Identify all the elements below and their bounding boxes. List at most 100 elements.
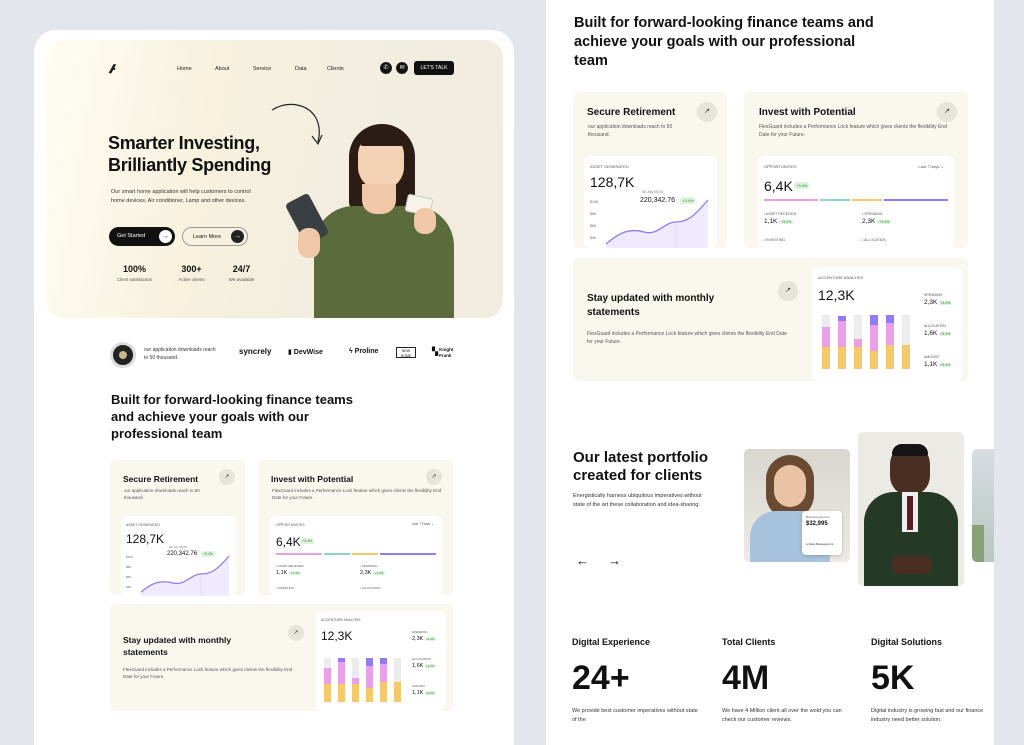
portfolio-heading-line-1: Our latest portfolio bbox=[573, 449, 708, 466]
growth-badge: +3.4% bbox=[779, 220, 794, 224]
account-widget: Business account $32,995 ● Data Manageme… bbox=[802, 511, 842, 555]
metric-label-text: ALLOCATION bbox=[864, 238, 886, 242]
stat-value: 24/7 bbox=[232, 264, 251, 274]
card-title: Invest with Potential bbox=[759, 107, 856, 118]
period-select[interactable]: Last 7 Days ⌄ bbox=[412, 522, 434, 526]
hero-title: Smarter Investing, Brilliantly Spending bbox=[108, 132, 271, 176]
nav-about[interactable]: About bbox=[215, 66, 229, 72]
phone-icon[interactable]: ✆ bbox=[380, 62, 392, 74]
stat-block: Total Clients 4M We have 4 Million clien… bbox=[722, 637, 852, 724]
card-description: FlexGuard includes a Performance Lock fe… bbox=[587, 331, 787, 345]
stat-title: Digital Solutions bbox=[871, 637, 942, 647]
hero-stat: 300+ Active clients bbox=[169, 264, 214, 282]
growth-badge: +3.4% bbox=[424, 637, 436, 641]
metric-label: AMOUNT bbox=[412, 684, 425, 688]
stat-value: 24+ bbox=[572, 659, 630, 697]
section-heading: Built for forward-looking finance teams … bbox=[574, 15, 874, 69]
open-card-button[interactable]: ↗ bbox=[219, 469, 235, 485]
period-select[interactable]: Last 7 Days ⌄ bbox=[918, 164, 944, 169]
card-title: Stay updated with monthly statements bbox=[123, 635, 232, 657]
open-card-button[interactable]: ↗ bbox=[778, 281, 798, 301]
metric-label: • INVESTING bbox=[276, 586, 295, 590]
partner-logo-syncrely: syncrely bbox=[239, 347, 272, 356]
partner-logo-devwise-label: DevWise bbox=[293, 349, 323, 356]
panel-label: ACCENTURE ANALYSIS bbox=[818, 275, 864, 280]
landing-page-right: Built for forward-looking finance teams … bbox=[546, 0, 994, 745]
tick-label: $4K bbox=[126, 585, 132, 589]
growth-badge: +3.4% bbox=[424, 664, 436, 668]
metric: AMOUNT 1,1K +3.4% bbox=[924, 353, 952, 369]
open-card-button[interactable]: ↗ bbox=[937, 102, 957, 122]
opportunities-panel: OPPORTUNITIES Last 7 Days ⌄ 6,4K +3.4% •… bbox=[270, 516, 442, 596]
open-card-button[interactable]: ↗ bbox=[288, 625, 304, 641]
hero-person-photo bbox=[284, 110, 484, 318]
panel-label: OPPORTUNITIES bbox=[764, 164, 797, 169]
portfolio-photo-man[interactable] bbox=[858, 432, 964, 586]
metric-value: 2,3K bbox=[924, 299, 938, 306]
stat-block: Digital Solutions 5K Digital industry is… bbox=[871, 637, 991, 724]
card-title: Stay updated with monthly statements bbox=[587, 293, 715, 318]
partners-description: our application downloads reach to 50 th… bbox=[144, 347, 216, 361]
asset-chart-panel: ASSET GENERATED 128,7K $10K $8K $6K $4K … bbox=[584, 156, 717, 248]
mail-icon[interactable]: ✉ bbox=[396, 62, 408, 74]
allocation-bar bbox=[764, 199, 949, 201]
accenture-analysis-panel: ACCENTURE ANALYSIS 12,3K SPENDING 2,3K +… bbox=[812, 267, 962, 381]
growth-badge: +3.4% bbox=[300, 538, 315, 544]
metric-label-text: SPENDING bbox=[864, 212, 883, 216]
metric-label: SPENDING bbox=[412, 630, 428, 634]
metric-value: 2,3K bbox=[862, 218, 876, 225]
nav-data[interactable]: Data bbox=[295, 66, 307, 72]
y-axis-ticks: $10K $8K $6K $4K bbox=[590, 196, 598, 244]
card-description: FlexGuard includes a Performance Lock fe… bbox=[759, 124, 947, 138]
open-card-button[interactable]: ↗ bbox=[426, 469, 442, 485]
tick-label: $8K bbox=[590, 212, 597, 216]
opportunities-panel: OPPORTUNITIES Last 7 Days ⌄ 6,4K +3.4% •… bbox=[758, 156, 954, 248]
portfolio-photo-partial[interactable] bbox=[972, 449, 994, 562]
card-description: FlexGuard includes a Performance Lock fe… bbox=[123, 667, 293, 679]
growth-badge: +3.4% bbox=[939, 332, 952, 336]
metric-label: AMOUNT bbox=[924, 355, 940, 359]
metric: ALLOCATION 1,6K +3.4% bbox=[412, 656, 436, 670]
growth-badge: +3.4% bbox=[794, 182, 810, 189]
get-started-button[interactable]: Get Started → bbox=[109, 227, 175, 246]
metric-value: 2,3K bbox=[360, 570, 372, 576]
metric-label: • ALLOCATION bbox=[360, 586, 381, 590]
hero-title-line-2: Brilliantly Spending bbox=[108, 155, 272, 175]
chevron-down-icon: ⌄ bbox=[431, 522, 434, 526]
carousel-prev-arrow-icon[interactable]: ← bbox=[576, 553, 589, 568]
y-axis-ticks: $10K $8K $6K $4K bbox=[126, 552, 133, 592]
metric-label: • ALLOCATION bbox=[862, 238, 886, 242]
metric-label-text: ALLOCATION bbox=[361, 586, 381, 590]
learn-more-button[interactable]: Learn More → bbox=[182, 227, 248, 246]
card-invest-potential: Invest with Potential FlexGuard includes… bbox=[258, 460, 453, 596]
tooltip-value: 220,342.76 bbox=[167, 551, 198, 557]
partner-logo-newhome: NEW HOME bbox=[396, 347, 416, 358]
get-started-label: Get Started bbox=[117, 233, 146, 239]
period-select-value: Last 7 Days bbox=[918, 164, 940, 169]
allocation-bar bbox=[276, 553, 436, 555]
stat-description: We provide best customer imperatives wit… bbox=[572, 708, 698, 723]
portfolio-photo-woman[interactable]: Business account $32,995 ● Data Manageme… bbox=[744, 449, 850, 562]
tick-label: $10K bbox=[126, 555, 134, 559]
carousel-next-arrow-icon[interactable]: → bbox=[608, 553, 621, 568]
brand-logo[interactable]: //· bbox=[107, 62, 117, 76]
portfolio-description: Energistically harness ubiquitous impera… bbox=[573, 493, 702, 508]
nav-home[interactable]: Home bbox=[177, 66, 192, 72]
metric: ALLOCATION 1,6K +3.4% bbox=[924, 322, 952, 338]
nav-clients[interactable]: Clients bbox=[327, 66, 344, 72]
stat-value: 100% bbox=[122, 264, 147, 274]
portfolio-heading-line-2: created for clients bbox=[573, 467, 703, 484]
open-card-button[interactable]: ↗ bbox=[697, 102, 717, 122]
panel-value: 128,7K bbox=[590, 174, 635, 190]
stacked-bar-chart bbox=[324, 654, 404, 702]
stat-value: 4M bbox=[722, 659, 770, 697]
download-badge-icon bbox=[110, 342, 136, 368]
lets-talk-button[interactable]: LET'S TALK bbox=[414, 61, 454, 75]
nav-service[interactable]: Service bbox=[253, 66, 271, 72]
chevron-down-icon: ⌄ bbox=[940, 164, 944, 169]
partner-logo-proline-label: Proline bbox=[354, 348, 379, 355]
panel-value: 12,3K bbox=[818, 287, 855, 303]
panel-value: 6,4K bbox=[276, 535, 301, 549]
metric-value: 1,1K bbox=[276, 570, 288, 576]
card-monthly-statements: Stay updated with monthly statements Fle… bbox=[573, 258, 968, 381]
